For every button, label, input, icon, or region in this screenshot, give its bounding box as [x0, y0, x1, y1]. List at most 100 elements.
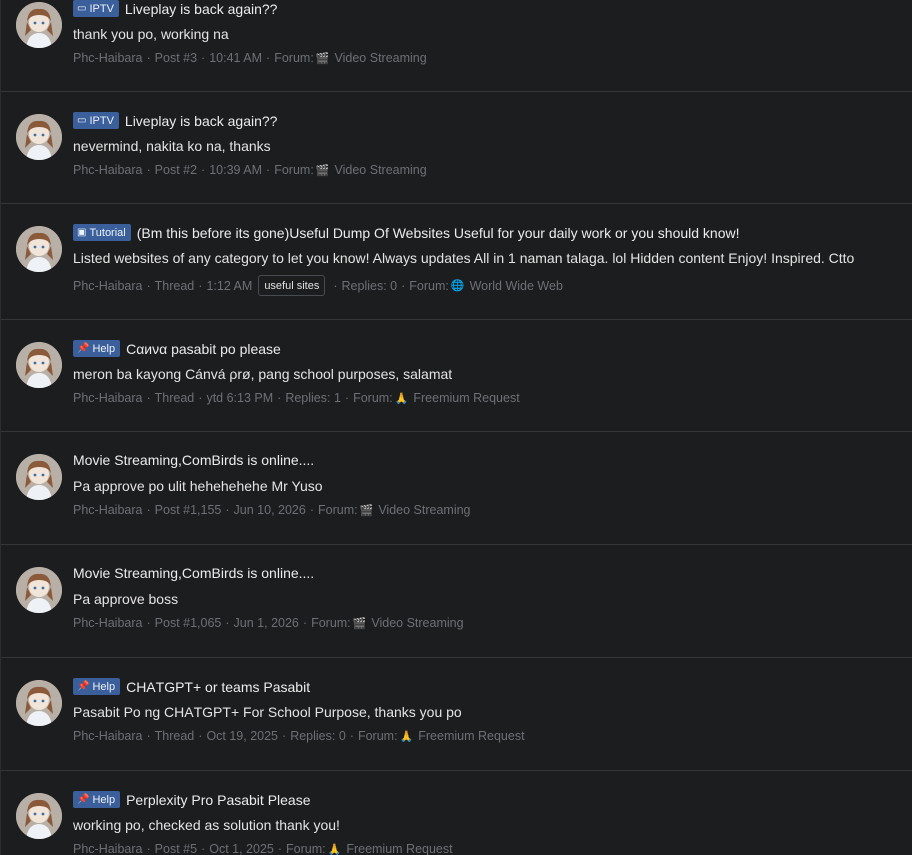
- meta-separator: ·: [309, 503, 315, 517]
- content-type[interactable]: Thread: [155, 391, 195, 405]
- timestamp[interactable]: Oct 19, 2025: [206, 729, 278, 743]
- pin-icon: 📌: [77, 343, 90, 354]
- clapper-icon: 🎬: [315, 164, 330, 177]
- avatar[interactable]: [16, 454, 62, 500]
- timestamp[interactable]: 1:12 AM: [206, 279, 252, 293]
- badge-label: Help: [92, 680, 116, 693]
- forum-label: Forum:: [274, 51, 314, 65]
- author-link[interactable]: Phc-Haibara: [73, 616, 142, 630]
- content-type[interactable]: Thread: [155, 729, 195, 743]
- badge-label: IPTV: [89, 2, 114, 15]
- forum-link[interactable]: Video Streaming: [335, 163, 427, 177]
- forum-link[interactable]: Video Streaming: [371, 616, 463, 630]
- result-snippet: working po, checked as solution thank yo…: [73, 817, 340, 833]
- result-title[interactable]: Liveplay is back again??: [125, 1, 278, 17]
- result-snippet: nevermind, nakita ko na, thanks: [73, 138, 271, 154]
- forum-link[interactable]: Video Streaming: [378, 503, 470, 517]
- meta-separator: ·: [201, 842, 206, 855]
- content-type[interactable]: Post #5: [155, 842, 197, 855]
- result-title[interactable]: Perplexity Pro Pasabit Please: [126, 792, 310, 808]
- avatar[interactable]: [16, 567, 62, 613]
- tag-chip[interactable]: useful sites: [258, 275, 326, 296]
- meta-separator: ·: [277, 391, 282, 405]
- meta-separator: ·: [198, 391, 203, 405]
- meta-separator: ·: [146, 51, 151, 65]
- timestamp[interactable]: ytd 6:13 PM: [206, 391, 273, 405]
- result-meta: Phc-Haibara · Post #1,155 · Jun 10, 2026 · For…: [73, 503, 471, 517]
- result-title[interactable]: Movie Streaming,ComBirds is online....: [73, 565, 314, 581]
- meta-separator: ·: [225, 503, 230, 517]
- tv-icon: ▭: [77, 115, 87, 126]
- author-link[interactable]: Phc-Haibara: [73, 729, 142, 743]
- result-title[interactable]: Cαиνα pasabit po please: [126, 341, 281, 357]
- forum-link[interactable]: Freemium Request: [418, 729, 524, 743]
- avatar[interactable]: [16, 793, 62, 839]
- avatar[interactable]: [16, 114, 62, 160]
- forum-link[interactable]: World Wide Web: [470, 279, 563, 293]
- result-item: ▭ IPTV Liveplay is back again?? nevermin…: [1, 92, 912, 204]
- result-meta: Phc-Haibara · Post #1,065 · Jun 1, 2026 · Foru…: [73, 616, 464, 630]
- avatar[interactable]: [16, 680, 62, 726]
- avatar[interactable]: [16, 342, 62, 388]
- badge-label: IPTV: [89, 114, 114, 127]
- pin-icon: 📌: [77, 794, 90, 805]
- meta-separator: ·: [266, 51, 271, 65]
- forum-label: Forum:: [311, 616, 351, 630]
- forum-link[interactable]: Video Streaming: [335, 51, 427, 65]
- replies-count: Replies: 0: [290, 729, 346, 743]
- prefix-badge[interactable]: 📌 Help: [73, 678, 121, 695]
- avatar[interactable]: [16, 2, 62, 48]
- timestamp[interactable]: Jun 10, 2026: [234, 503, 306, 517]
- prefix-badge[interactable]: 📌 Help: [73, 340, 121, 357]
- meta-separator: ·: [146, 391, 151, 405]
- meta-separator: ·: [201, 163, 206, 177]
- timestamp[interactable]: Jun 1, 2026: [234, 616, 299, 630]
- badge-label: Help: [92, 342, 116, 355]
- meta-separator: ·: [146, 842, 151, 855]
- meta-separator: ·: [146, 616, 151, 630]
- result-meta: Phc-Haibara · Post #2 · 10:39 AM · Forum: 🎬 Vide…: [73, 163, 427, 177]
- prefix-badge[interactable]: ▣ Tutorial: [73, 224, 131, 241]
- prefix-badge[interactable]: ▭ IPTV: [73, 0, 119, 17]
- result-meta: Phc-Haibara · Post #5 · Oct 1, 2025 · Forum: 🙏 F…: [73, 842, 453, 855]
- result-snippet: Pasabit Po ng CΗΑTGΡT+ For School Purpos…: [73, 704, 462, 720]
- author-link[interactable]: Phc-Haibara: [73, 279, 142, 293]
- prefix-badge[interactable]: ▭ IPTV: [73, 112, 119, 129]
- content-type[interactable]: Post #1,155: [155, 503, 222, 517]
- timestamp[interactable]: Oct 1, 2025: [209, 842, 274, 855]
- meta-separator: ·: [349, 729, 354, 743]
- author-link[interactable]: Phc-Haibara: [73, 391, 142, 405]
- meta-separator: ·: [146, 729, 151, 743]
- result-title[interactable]: (Bm this before its gone)Useful Dump Of …: [137, 225, 740, 241]
- meta-separator: ·: [401, 278, 406, 293]
- meta-separator: ·: [282, 729, 287, 743]
- avatar[interactable]: [16, 226, 62, 272]
- result-title[interactable]: Movie Streaming,ComBirds is online....: [73, 452, 314, 468]
- content-type[interactable]: Thread: [155, 279, 195, 293]
- result-meta: Phc-Haibara · Thread · Oct 19, 2025 · Replies:…: [73, 729, 525, 743]
- prefix-badge[interactable]: 📌 Help: [73, 791, 121, 808]
- author-link[interactable]: Phc-Haibara: [73, 842, 142, 855]
- search-results-list: ▭ IPTV Liveplay is back again?? thank yo…: [0, 0, 912, 855]
- forum-label: Forum:: [357, 729, 398, 743]
- badge-label: Tutorial: [89, 226, 126, 239]
- result-snippet: Pa approve po ulit hehehehehe Mr Yuso: [73, 478, 323, 494]
- content-type[interactable]: Post #3: [155, 51, 197, 65]
- content-type[interactable]: Post #1,065: [155, 616, 222, 630]
- meta-separator: ·: [302, 616, 308, 630]
- forum-link[interactable]: Freemium Request: [413, 391, 519, 405]
- timestamp[interactable]: 10:39 AM: [209, 163, 262, 177]
- meta-separator: ·: [266, 163, 271, 177]
- content-type[interactable]: Post #2: [155, 163, 197, 177]
- globe-icon: 🌐: [450, 280, 465, 292]
- result-item: Movie Streaming,ComBirds is online.... P…: [1, 432, 912, 545]
- author-link[interactable]: Phc-Haibara: [73, 503, 142, 517]
- forum-link[interactable]: Freemium Request: [346, 842, 452, 855]
- author-link[interactable]: Phc-Haibara: [73, 163, 142, 177]
- timestamp[interactable]: 10:41 AM: [209, 51, 262, 65]
- pray-icon: 🙏: [399, 730, 414, 743]
- result-title[interactable]: CΗΑTGΡT+ or teams Pasabit: [126, 679, 310, 695]
- author-link[interactable]: Phc-Haibara: [73, 51, 142, 65]
- meta-separator: ·: [198, 729, 203, 743]
- result-title[interactable]: Liveplay is back again??: [125, 113, 278, 129]
